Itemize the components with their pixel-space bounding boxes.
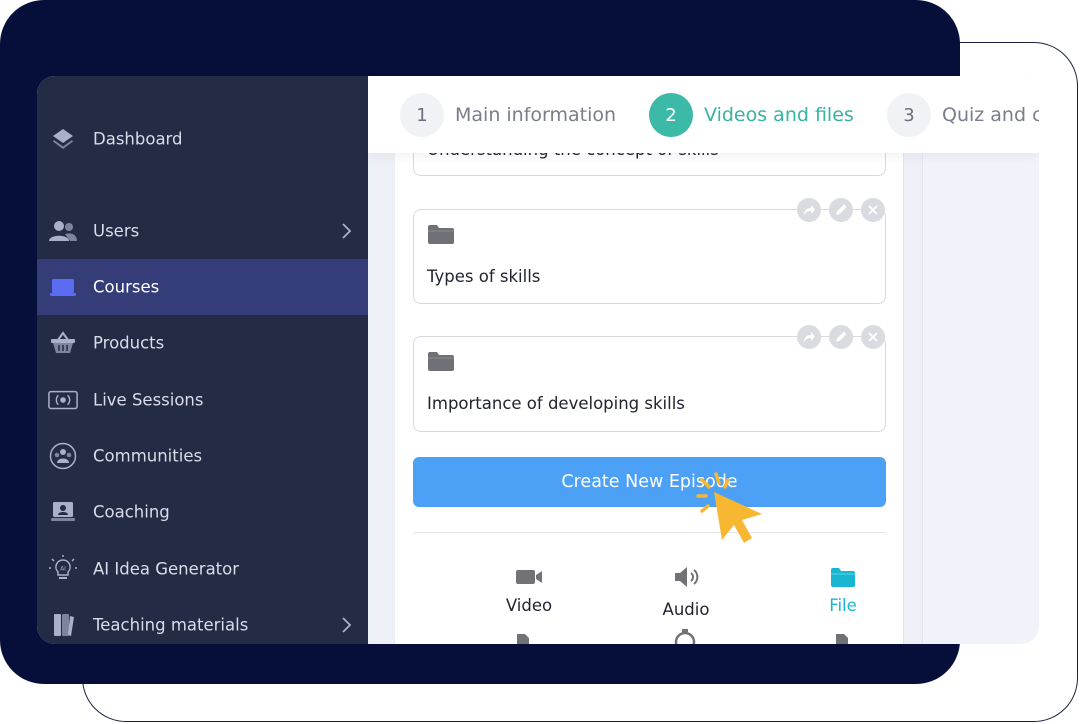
chevron-right-icon <box>342 617 352 633</box>
sidebar: Dashboard Users Courses Products Live Se… <box>37 76 368 644</box>
share-button[interactable] <box>797 325 821 349</box>
community-icon <box>48 441 78 471</box>
content-type-video[interactable]: Video <box>469 564 589 615</box>
sidebar-item-label: Teaching materials <box>93 615 249 635</box>
svg-text:AI: AI <box>60 566 66 573</box>
broadcast-icon <box>48 385 78 415</box>
document-icon <box>836 634 848 644</box>
sidebar-item-label: Coaching <box>93 502 170 522</box>
folder-icon <box>428 225 454 244</box>
book-icon <box>48 610 78 640</box>
ai-bulb-icon: AI <box>48 554 78 584</box>
users-icon <box>48 216 78 246</box>
laptop-icon <box>48 272 78 302</box>
sidebar-item-label: Dashboard <box>93 129 183 149</box>
delete-button[interactable] <box>861 198 885 222</box>
episode-actions <box>797 325 885 349</box>
video-camera-icon <box>516 570 542 584</box>
stage: Dashboard Users Courses Products Live Se… <box>0 0 1080 724</box>
share-icon <box>804 332 815 342</box>
episode-actions <box>797 198 885 222</box>
sidebar-item-coaching[interactable]: Coaching <box>37 484 368 540</box>
step-number: 1 <box>400 93 444 137</box>
divider <box>413 532 886 533</box>
sidebar-item-dashboard[interactable]: Dashboard <box>37 111 368 167</box>
coaching-icon <box>48 497 78 527</box>
content-type-audio[interactable]: Audio <box>626 564 746 619</box>
pencil-icon <box>836 204 847 215</box>
close-icon <box>868 332 878 342</box>
delete-button[interactable] <box>861 325 885 349</box>
content-type-file[interactable]: File <box>783 564 903 615</box>
step-number: 3 <box>887 93 931 137</box>
edit-button[interactable] <box>829 325 853 349</box>
sidebar-item-label: AI Idea Generator <box>93 559 240 579</box>
episode-title: Importance of developing skills <box>427 394 685 413</box>
step-videos-and-files[interactable]: 2 Videos and files <box>649 93 854 137</box>
sidebar-item-label: Communities <box>93 446 203 466</box>
sidebar-item-communities[interactable]: Communities <box>37 428 368 484</box>
basket-icon <box>48 328 78 358</box>
content-type-label: File <box>829 596 857 615</box>
episode-title: Types of skills <box>427 267 541 286</box>
folder-icon <box>831 568 855 587</box>
sidebar-item-live-sessions[interactable]: Live Sessions <box>37 372 368 428</box>
share-icon <box>804 205 815 215</box>
edit-button[interactable] <box>829 198 853 222</box>
content-type-label: Audio <box>662 600 710 619</box>
pencil-icon <box>836 331 847 342</box>
stopwatch-icon <box>674 629 696 644</box>
step-label: Videos and files <box>704 104 854 126</box>
episode-card[interactable]: Importance of developing skills <box>413 325 886 432</box>
sidebar-item-courses[interactable]: Courses <box>37 259 368 315</box>
step-label: Quiz and c <box>942 104 1039 126</box>
layers-icon <box>48 124 78 154</box>
sidebar-item-label: Courses <box>93 277 160 297</box>
sidebar-item-label: Products <box>93 333 165 353</box>
main-content: 1 Main information 2 Videos and files 3 … <box>368 76 1039 644</box>
content-type-label: Video <box>505 596 553 615</box>
stepper: 1 Main information 2 Videos and files 3 … <box>368 76 1039 153</box>
document-icon <box>517 634 529 644</box>
step-label: Main information <box>455 104 617 126</box>
sidebar-item-products[interactable]: Products <box>37 315 368 371</box>
sidebar-item-teaching-materials[interactable]: Teaching materials <box>37 597 368 644</box>
close-icon <box>868 205 878 215</box>
sidebar-item-users[interactable]: Users <box>37 203 368 259</box>
sidebar-item-label: Live Sessions <box>93 390 204 410</box>
sidebar-item-label: Users <box>93 221 140 241</box>
folder-icon <box>428 352 454 371</box>
chevron-right-icon <box>342 223 352 239</box>
share-button[interactable] <box>797 198 821 222</box>
step-quiz[interactable]: 3 Quiz and c <box>887 93 1039 137</box>
app-window: Dashboard Users Courses Products Live Se… <box>37 76 1039 644</box>
side-strip <box>922 76 1039 644</box>
pointer-cursor-icon <box>696 472 762 543</box>
create-new-episode-button[interactable]: Create New Episode <box>413 457 886 507</box>
sidebar-item-ai-idea-generator[interactable]: AI AI Idea Generator <box>37 541 368 597</box>
step-main-information[interactable]: 1 Main information <box>400 93 616 137</box>
episode-card[interactable]: Types of skills <box>413 198 886 304</box>
step-number: 2 <box>649 93 693 137</box>
speaker-icon <box>675 567 699 587</box>
